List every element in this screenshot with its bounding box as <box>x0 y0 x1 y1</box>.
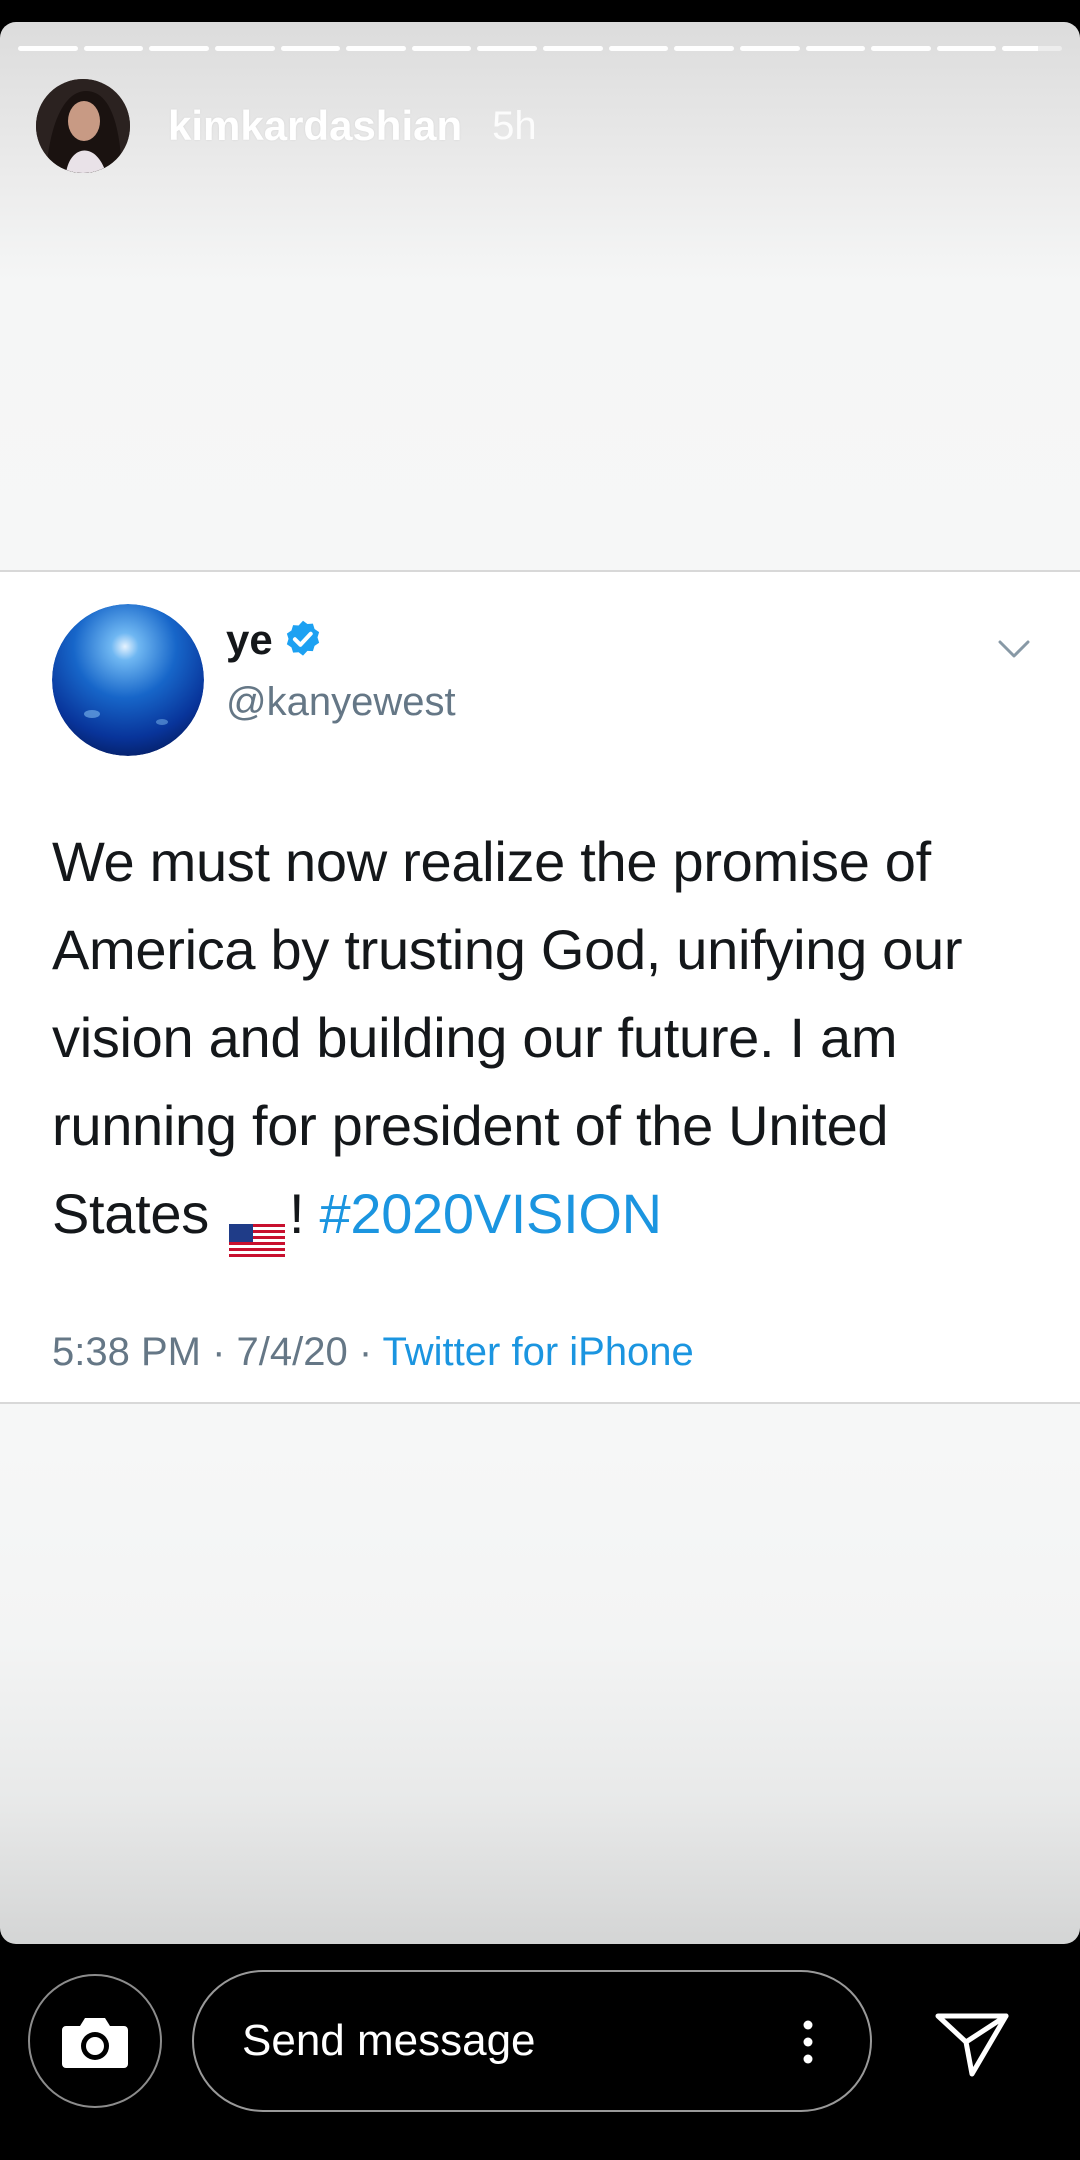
tweet-body: We must now realize the promise of Ameri… <box>52 818 1042 1261</box>
progress-segment <box>346 46 406 51</box>
tweet-metadata: 5:38 PM · 7/4/20 · Twitter for iPhone <box>52 1330 694 1375</box>
send-message-input[interactable]: Send message <box>192 1970 872 2112</box>
story-reply-bar: Send message <box>0 1944 1080 2160</box>
avatar[interactable] <box>36 79 130 173</box>
progress-segment <box>543 46 603 51</box>
story-viewer: kimkardashian 5h ye @kanyewest We must n… <box>0 0 1080 2160</box>
story-progress-bar <box>18 46 1062 51</box>
progress-segment-current <box>1002 46 1062 51</box>
tweet-timestamp: 5:38 PM · 7/4/20 · <box>52 1330 373 1374</box>
progress-segment <box>805 46 866 51</box>
story-username[interactable]: kimkardashian <box>168 102 462 150</box>
avatar-image <box>36 79 130 173</box>
chevron-down-icon <box>998 640 1030 658</box>
progress-segment <box>871 46 931 51</box>
progress-segment <box>411 46 472 51</box>
progress-segment <box>83 46 144 51</box>
tweet-hashtag: #2020VISION <box>319 1182 663 1245</box>
more-vertical-icon[interactable] <box>802 2020 814 2064</box>
us-flag-emoji <box>228 1197 285 1261</box>
camera-button[interactable] <box>28 1974 162 2108</box>
progress-segment <box>936 46 997 51</box>
tweet-avatar <box>52 604 204 756</box>
tweet-author-name: ye <box>226 616 273 663</box>
verified-badge-icon <box>286 620 319 656</box>
camera-icon <box>62 2018 128 2068</box>
blue-sphere-avatar-image <box>52 604 204 756</box>
story-card[interactable]: kimkardashian 5h ye @kanyewest We must n… <box>0 22 1080 1944</box>
tweet-screenshot: ye @kanyewest We must now realize the pr… <box>0 570 1080 1404</box>
tweet-exclamation: ! <box>288 1182 305 1245</box>
progress-segment <box>18 46 78 51</box>
progress-segment <box>739 46 800 51</box>
tweet-source: Twitter for iPhone <box>382 1330 694 1374</box>
tweet-name-row: ye <box>226 616 325 664</box>
progress-segment <box>214 46 275 51</box>
progress-segment <box>608 46 669 51</box>
story-timestamp: 5h <box>492 103 537 148</box>
progress-segment <box>149 46 209 51</box>
progress-segment <box>674 46 734 51</box>
send-message-placeholder: Send message <box>242 2016 536 2065</box>
send-icon[interactable] <box>932 2002 1012 2082</box>
story-header: kimkardashian 5h <box>36 78 537 174</box>
progress-segment <box>280 46 341 51</box>
tweet-author-handle: @kanyewest <box>226 680 456 724</box>
progress-segment <box>477 46 537 51</box>
